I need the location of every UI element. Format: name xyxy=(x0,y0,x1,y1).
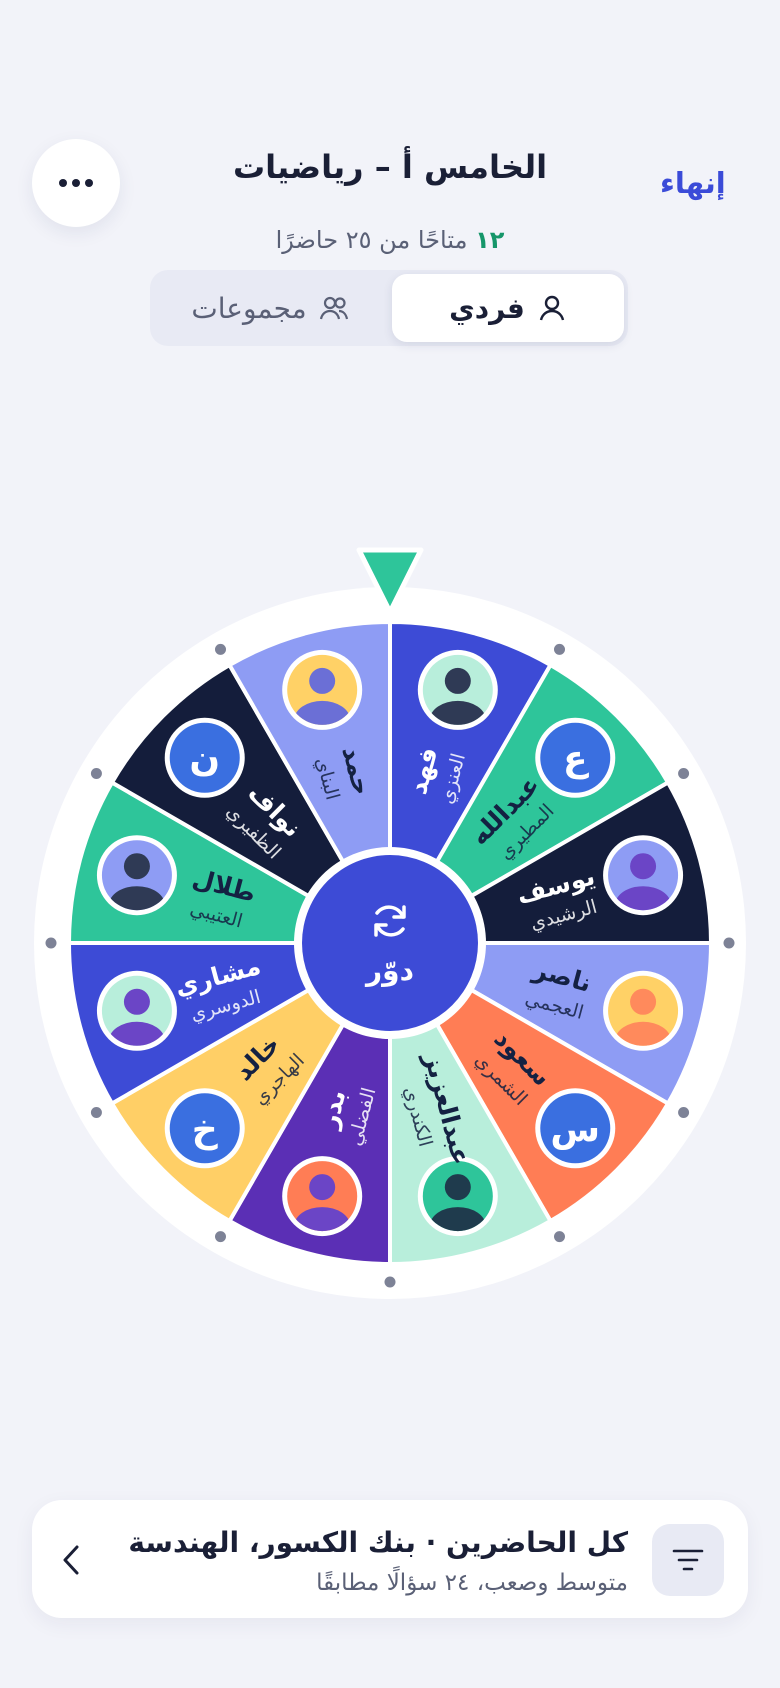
rim-dot xyxy=(215,643,226,655)
rim-dot xyxy=(678,768,690,779)
available-count: ١٢ xyxy=(475,226,505,254)
student-avatar: س xyxy=(535,1088,616,1169)
more-menu-button[interactable] xyxy=(32,139,120,227)
avatar-initial: خ xyxy=(192,1109,218,1150)
more-horizontal-icon xyxy=(59,179,93,187)
tab-individual-label: فردي xyxy=(449,291,525,325)
filter-title: كل الحاضرين · بنك الكسور، الهندسة xyxy=(128,1526,628,1559)
rim-dot xyxy=(215,1231,226,1243)
spin-wheel: فهد العنزي ع عبدالله المطيري يوسف الرشيدي ناصر ا… xyxy=(0,540,780,1320)
student-avatar: ع xyxy=(535,717,616,798)
spin-label: دوّر xyxy=(364,954,414,987)
student-avatar: خ xyxy=(164,1088,245,1169)
rim-dot xyxy=(384,1276,396,1288)
tab-groups-label: مجموعات xyxy=(191,291,307,325)
avatar-initial: ن xyxy=(189,739,220,780)
rim-dot xyxy=(45,937,57,949)
person-icon xyxy=(539,295,565,321)
student-avatar: ن xyxy=(164,717,245,798)
filter-subtitle: متوسط وصعب، ٢٤ سؤالًا مطابقًا xyxy=(316,1570,628,1596)
tab-groups[interactable]: مجموعات xyxy=(154,274,386,342)
wheel-graphic: فهدالعنزي ععبداللهالمطيرييوسفالرشيديناصرا… xyxy=(34,547,746,1299)
people-icon xyxy=(319,296,348,320)
avatar-initial: س xyxy=(550,1109,600,1150)
end-session-button[interactable]: إنهاء xyxy=(660,166,726,200)
rim-dot xyxy=(554,643,565,655)
rim-dot xyxy=(90,768,102,779)
tab-individual[interactable]: فردي xyxy=(392,274,624,342)
spin-button[interactable]: دوّر xyxy=(294,847,486,1039)
mode-toggle: فردي مجموعات xyxy=(150,270,628,346)
chevron-left-icon[interactable] xyxy=(52,1540,92,1580)
filter-icon xyxy=(672,1549,704,1571)
hub-fill[interactable] xyxy=(302,855,478,1031)
rim-dot xyxy=(723,937,735,949)
available-label: متاحًا من ٢٥ حاضرًا xyxy=(275,226,468,254)
rim-dot xyxy=(90,1107,102,1118)
availability-text: ١٢ متاحًا من ٢٥ حاضرًا xyxy=(190,226,590,254)
avatar-initial: ع xyxy=(563,739,589,780)
filter-card[interactable]: كل الحاضرين · بنك الكسور، الهندسة متوسط … xyxy=(32,1500,748,1618)
filter-button[interactable] xyxy=(652,1524,724,1596)
rim-dot xyxy=(554,1231,565,1243)
page-title: الخامس أ – رياضيات xyxy=(232,148,548,186)
rim-dot xyxy=(678,1107,690,1118)
